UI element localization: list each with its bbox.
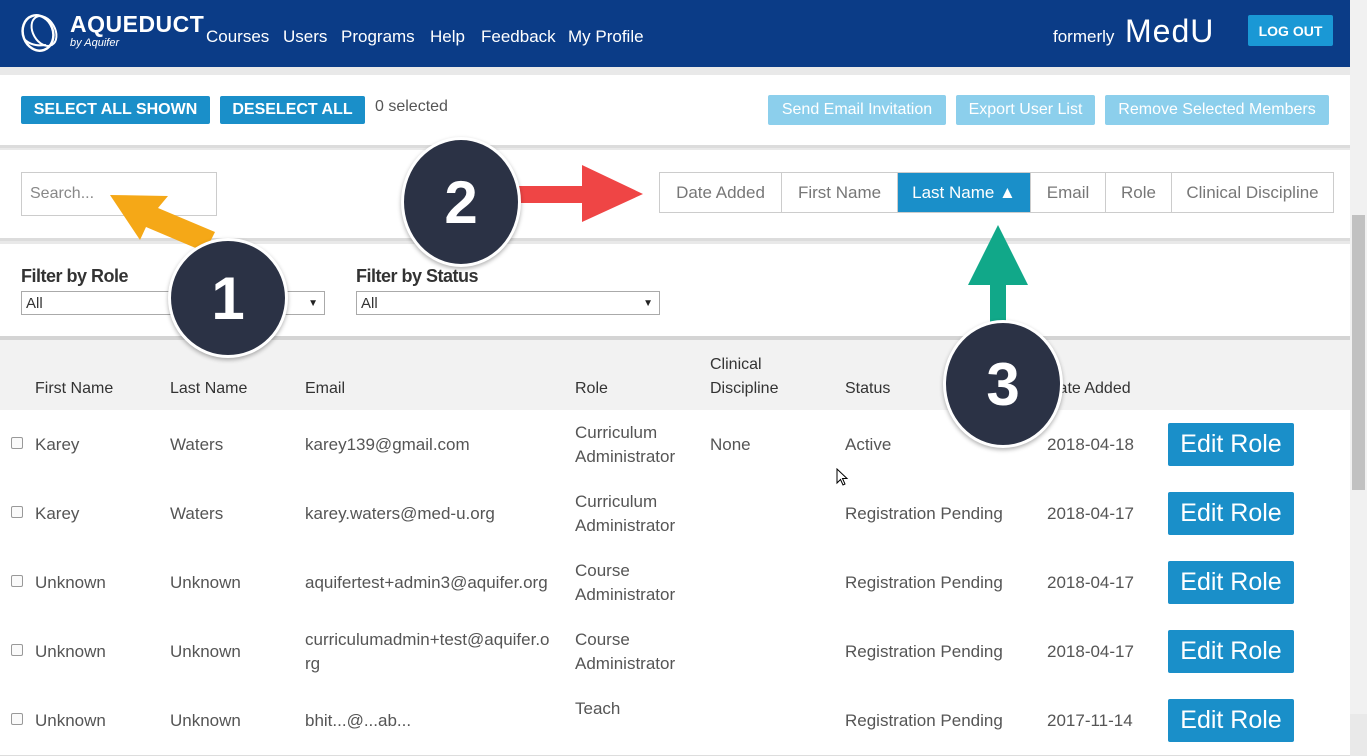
green-arrow-icon xyxy=(968,225,1028,330)
annotation-arrows xyxy=(110,165,1028,330)
cell-status: Registration Pending xyxy=(845,711,1003,730)
annotation-badge-2: 2 xyxy=(401,137,521,267)
cell-first-name: Unknown xyxy=(35,711,106,730)
annotation-badge-3: 3 xyxy=(943,320,1063,448)
orange-arrow-icon xyxy=(110,195,215,252)
red-arrow-icon xyxy=(518,165,643,222)
row-checkbox[interactable] xyxy=(11,713,23,725)
mouse-cursor-icon xyxy=(836,468,849,486)
cell-last-name: Unknown xyxy=(170,711,241,730)
cell-date-added: 2017-11-14 xyxy=(1047,711,1133,730)
cell-email: bhit...@...ab... xyxy=(305,711,412,730)
annotation-badge-1: 1 xyxy=(168,238,288,358)
